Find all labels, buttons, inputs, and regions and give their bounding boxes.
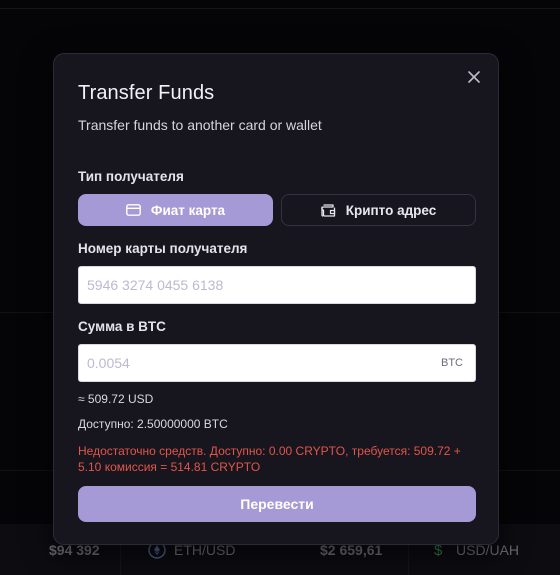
modal-title: Transfer Funds (78, 82, 215, 104)
transfer-submit-button[interactable]: Перевести (78, 486, 476, 522)
recipient-type-label: Тип получателя (78, 169, 184, 184)
background-divider (0, 8, 560, 9)
error-message: Недостаточно средств. Доступно: 0.00 CRY… (78, 444, 461, 474)
available-balance: Доступно: 2.50000000 BTC (78, 417, 228, 431)
usd-equivalent: ≈ 509.72 USD (78, 392, 154, 406)
tab-label: Фиат карта (150, 202, 226, 218)
tab-label: Крипто адрес (345, 202, 437, 218)
tab-crypto-address[interactable]: Крипто адрес (281, 194, 476, 226)
transfer-funds-modal: Transfer Funds Transfer funds to another… (53, 53, 499, 545)
card-number-label: Номер карты получателя (78, 241, 248, 256)
wallet-icon (321, 203, 336, 217)
currency-suffix: BTC (441, 357, 463, 369)
close-button[interactable] (464, 69, 484, 89)
close-icon (468, 70, 480, 88)
card-number-input[interactable] (79, 267, 475, 303)
credit-card-icon (126, 204, 141, 216)
amount-input[interactable] (79, 345, 475, 381)
tab-fiat-card[interactable]: Фиат карта (78, 194, 273, 226)
amount-label: Сумма в BTC (78, 319, 166, 334)
card-number-field-wrapper (78, 266, 476, 304)
amount-field-wrapper: BTC (78, 344, 476, 382)
modal-subtitle: Transfer funds to another card or wallet (78, 117, 322, 133)
